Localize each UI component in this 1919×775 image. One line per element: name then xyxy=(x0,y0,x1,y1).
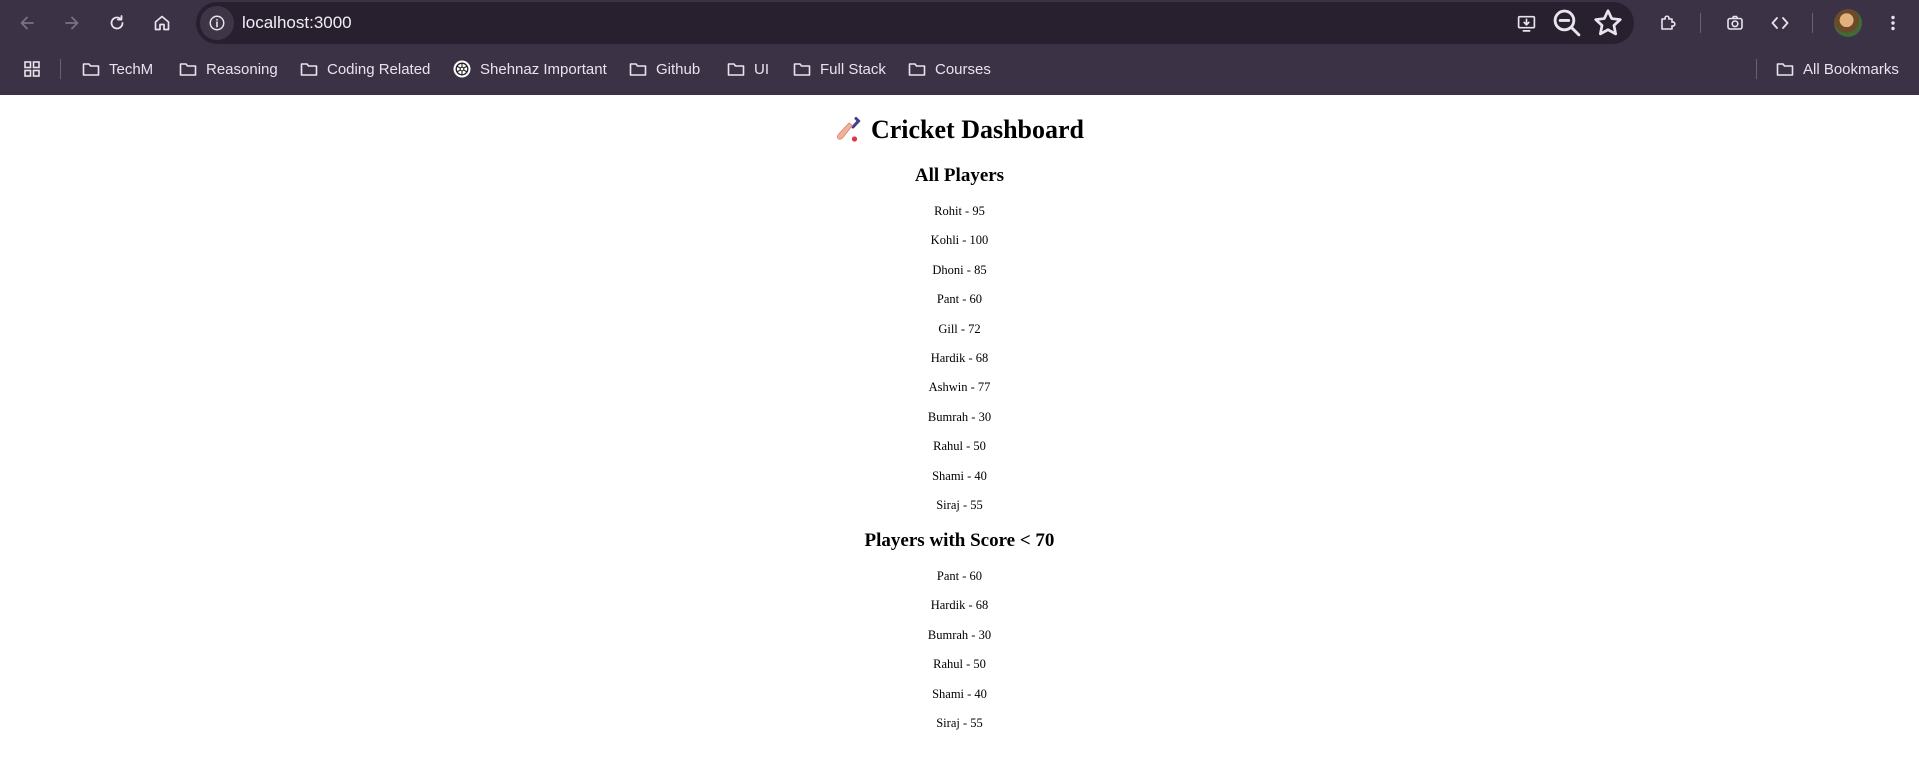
star-icon xyxy=(1594,9,1622,36)
extensions-button[interactable] xyxy=(1651,6,1685,40)
bookmark-folder-github[interactable]: Github xyxy=(628,50,700,88)
filtered-players-heading: Players with Score < 70 xyxy=(864,530,1055,551)
bookmarks-bar: TechM Reasoning Coding Related Shehnaz I… xyxy=(0,50,1919,88)
list-item: Rohit - 95 xyxy=(934,204,985,218)
list-item: Pant - 60 xyxy=(936,292,983,307)
home-button[interactable] xyxy=(145,6,179,40)
page-title: Cricket Dashboard xyxy=(0,115,1919,145)
reload-icon xyxy=(110,15,124,30)
list-item: Rahul - 50 xyxy=(933,439,986,454)
devtools-button[interactable] xyxy=(1763,6,1797,40)
apps-grid-icon xyxy=(24,61,40,77)
all-bookmarks-button[interactable]: All Bookmarks xyxy=(1775,50,1899,88)
bookmark-star-button[interactable] xyxy=(1591,6,1625,40)
list-item: Shami - 40 xyxy=(932,468,987,483)
folder-icon xyxy=(300,63,318,76)
list-item: Ashwin - 77 xyxy=(928,380,991,395)
back-button[interactable] xyxy=(10,6,44,40)
install-app-button[interactable] xyxy=(1509,6,1543,40)
list-item: Rahul - 50 xyxy=(933,657,986,672)
list-item: Pant - 60 xyxy=(936,569,983,583)
bookmark-folder-courses[interactable]: Courses xyxy=(907,50,991,88)
list-item: Gill - 72 xyxy=(938,321,981,336)
site-info-button[interactable] xyxy=(200,6,234,40)
zoom-out-icon xyxy=(1553,9,1581,37)
cricket-bat-icon xyxy=(836,117,861,142)
list-item: Bumrah - 30 xyxy=(927,627,992,642)
kebab-menu-icon xyxy=(1891,15,1895,31)
code-icon xyxy=(1771,17,1789,29)
list-item: Dhoni - 85 xyxy=(932,262,987,277)
forward-button[interactable] xyxy=(55,6,89,40)
list-item: Hardik - 68 xyxy=(930,350,989,365)
bookmark-label: Coding Related xyxy=(327,60,431,78)
bookmark-folder-techm[interactable]: TechM xyxy=(81,50,153,88)
folder-icon xyxy=(727,63,745,76)
openai-icon xyxy=(453,60,471,78)
zoom-button[interactable] xyxy=(1550,6,1584,40)
bookmark-folder-coding-related[interactable]: Coding Related xyxy=(299,50,430,88)
browser-chrome: localhost:3000 TechM Reasoning Coding Re… xyxy=(0,0,1919,95)
all-players-list: Rohit - 95 Kohli - 100 Dhoni - 85 Pant - 60… xyxy=(0,201,1919,524)
bookmark-label: Shehnaz Important xyxy=(480,60,607,78)
all-bookmarks-label: All Bookmarks xyxy=(1803,60,1899,78)
list-item: Siraj - 55 xyxy=(936,497,983,512)
bookmark-label: UI xyxy=(754,60,769,78)
all-players-heading: All Players xyxy=(914,165,1005,186)
folder-icon xyxy=(793,63,811,76)
bookmark-shehnaz-important[interactable]: Shehnaz Important xyxy=(452,50,607,88)
address-bar[interactable]: localhost:3000 xyxy=(196,2,1634,44)
folder-icon xyxy=(629,63,647,76)
folder-icon xyxy=(179,63,197,76)
folder-icon xyxy=(1776,63,1794,76)
apps-button[interactable] xyxy=(22,50,42,88)
bookmark-folder-full-stack[interactable]: Full Stack xyxy=(792,50,886,88)
toolbar-separator xyxy=(1700,13,1701,33)
bookmark-label: Reasoning xyxy=(206,60,278,78)
address-url[interactable]: localhost:3000 xyxy=(242,13,352,33)
folder-icon xyxy=(908,63,926,76)
install-app-icon xyxy=(1517,15,1535,32)
arrow-right-icon xyxy=(65,16,79,30)
home-icon xyxy=(154,15,170,31)
bookmark-label: Courses xyxy=(935,60,991,78)
bookmark-label: Github xyxy=(656,60,701,78)
bookmark-label: Full Stack xyxy=(820,60,886,78)
list-item: Kohli - 100 xyxy=(930,233,989,248)
menu-button[interactable] xyxy=(1876,6,1910,40)
list-item: Siraj - 55 xyxy=(936,715,983,730)
camera-icon xyxy=(1727,15,1743,30)
arrow-left-icon xyxy=(20,16,34,30)
profile-avatar[interactable] xyxy=(1834,9,1862,37)
puzzle-icon xyxy=(1661,15,1676,30)
page-title-text: Cricket Dashboard xyxy=(870,115,1085,144)
list-item: Shami - 40 xyxy=(932,686,987,701)
browser-toolbar: localhost:3000 xyxy=(0,0,1919,46)
bookmark-folder-ui[interactable]: UI xyxy=(726,50,769,88)
filtered-players-list: Pant - 60 Hardik - 68 Bumrah - 30 Rahul - 5… xyxy=(0,566,1919,742)
bookmark-folder-reasoning[interactable]: Reasoning xyxy=(178,50,278,88)
bookmarks-separator xyxy=(60,59,61,79)
toolbar-separator xyxy=(1812,13,1813,33)
screenshot-button[interactable] xyxy=(1718,6,1752,40)
bookmarks-separator xyxy=(1756,59,1757,79)
reload-button[interactable] xyxy=(100,6,134,40)
folder-icon xyxy=(82,63,100,76)
page-content: Cricket Dashboard All Players Rohit - 95… xyxy=(0,95,1919,775)
info-icon xyxy=(209,15,225,31)
list-item: Hardik - 68 xyxy=(930,598,989,613)
list-item: Bumrah - 30 xyxy=(927,409,992,424)
bookmark-label: TechM xyxy=(109,60,154,78)
